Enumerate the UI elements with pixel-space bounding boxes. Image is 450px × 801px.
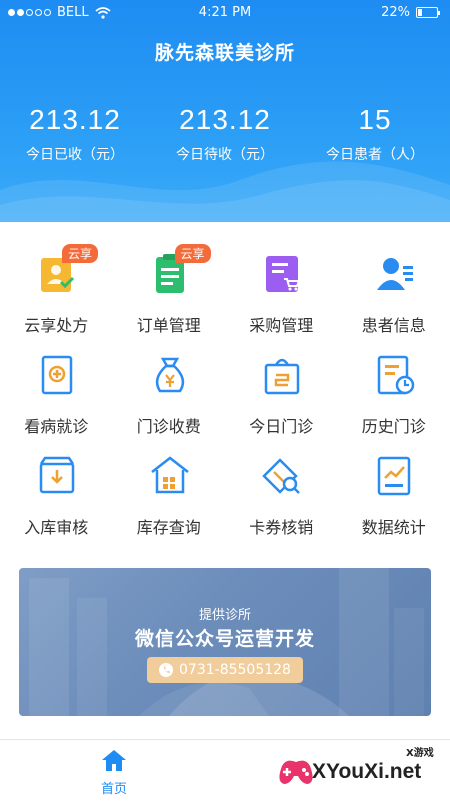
menu-item-label: 数据统计: [338, 514, 450, 538]
watermark-text: XYouXi.net: [312, 760, 421, 784]
consultation-icon: [35, 353, 79, 397]
stat-received-today[interactable]: 213.12 今日已收（元）: [0, 104, 150, 164]
coupon-icon: [260, 454, 304, 498]
menu-item-order-management[interactable]: 云享 订单管理: [113, 240, 226, 341]
status-bar: BELL 4:21 PM 22%: [0, 0, 450, 26]
home-icon: [100, 748, 128, 772]
phone-contact-button[interactable]: 0731-85505128: [147, 657, 303, 683]
tab-home-label: 首页: [84, 778, 144, 797]
battery-percent: 22%: [381, 5, 410, 20]
menu-item-label: 订单管理: [113, 312, 226, 336]
clinic-title: 脉先森联美诊所: [0, 38, 450, 65]
menu-item-label: 患者信息: [338, 312, 450, 336]
stats-row: 213.12 今日已收（元） 213.12 今日待收（元） 15 今日患者（人）: [0, 104, 450, 164]
menu-item-patient-info[interactable]: 患者信息: [338, 240, 450, 341]
menu-item-today-clinic[interactable]: 今日门诊: [225, 341, 338, 442]
watermark-small-text: X游戏: [406, 744, 434, 759]
menu-item-label: 云享处方: [0, 312, 113, 336]
patient-icon: [373, 252, 417, 296]
warehouse-icon: [148, 454, 192, 498]
stat-label: 今日患者（人）: [300, 144, 450, 164]
menu-item-inbound-review[interactable]: 入库审核: [0, 442, 113, 543]
menu-grid: 云享 云享处方 云享 订单管理 采购管理: [0, 240, 450, 543]
menu-item-clinic-fees[interactable]: 门诊收费: [113, 341, 226, 442]
banner-overtitle: 提供诊所: [19, 604, 431, 623]
stat-pending-today[interactable]: 213.12 今日待收（元）: [150, 104, 300, 164]
menu-item-cloud-prescription[interactable]: 云享 云享处方: [0, 240, 113, 341]
site-watermark: X游戏 XYouXi.net: [276, 742, 450, 800]
menu-item-purchase-management[interactable]: 采购管理: [225, 240, 338, 341]
history-clinic-icon: [373, 353, 417, 397]
menu-item-consultation[interactable]: 看病就诊: [0, 341, 113, 442]
menu-item-inventory-query[interactable]: 库存查询: [113, 442, 226, 543]
stat-label: 今日待收（元）: [150, 144, 300, 164]
gamepad-logo-icon: [276, 752, 316, 792]
cloud-badge: 云享: [62, 244, 98, 263]
menu-item-label: 采购管理: [225, 312, 338, 336]
stat-value: 15: [300, 104, 450, 136]
battery-icon: [416, 7, 438, 18]
banner-title: 微信公众号运营开发: [19, 624, 431, 651]
menu-item-label: 历史门诊: [338, 413, 450, 437]
cloud-badge: 云享: [175, 244, 211, 263]
promo-banner[interactable]: 提供诊所 微信公众号运营开发 0731-85505128: [19, 568, 431, 716]
header: BELL 4:21 PM 22% 脉先森联美诊所 213.12 今日已收（元） …: [0, 0, 450, 222]
menu-item-history-clinic[interactable]: 历史门诊: [338, 341, 450, 442]
money-bag-icon: [148, 353, 192, 397]
menu-item-label: 今日门诊: [225, 413, 338, 437]
stat-value: 213.12: [150, 104, 300, 136]
stat-label: 今日已收（元）: [0, 144, 150, 164]
menu-item-label: 库存查询: [113, 514, 226, 538]
inbound-icon: [35, 454, 79, 498]
phone-number: 0731-85505128: [179, 662, 291, 678]
menu-item-data-statistics[interactable]: 数据统计: [338, 442, 450, 543]
stat-value: 213.12: [0, 104, 150, 136]
menu-item-label: 入库审核: [0, 514, 113, 538]
menu-item-label: 门诊收费: [113, 413, 226, 437]
tab-home[interactable]: 首页: [84, 748, 144, 797]
menu-item-label: 看病就诊: [0, 413, 113, 437]
purchase-icon: [260, 252, 304, 296]
stat-patients-today[interactable]: 15 今日患者（人）: [300, 104, 450, 164]
statistics-icon: [373, 454, 417, 498]
phone-icon: [159, 663, 173, 677]
today-clinic-icon: [260, 353, 304, 397]
menu-item-label: 卡券核销: [225, 514, 338, 538]
menu-item-coupon-redeem[interactable]: 卡券核销: [225, 442, 338, 543]
